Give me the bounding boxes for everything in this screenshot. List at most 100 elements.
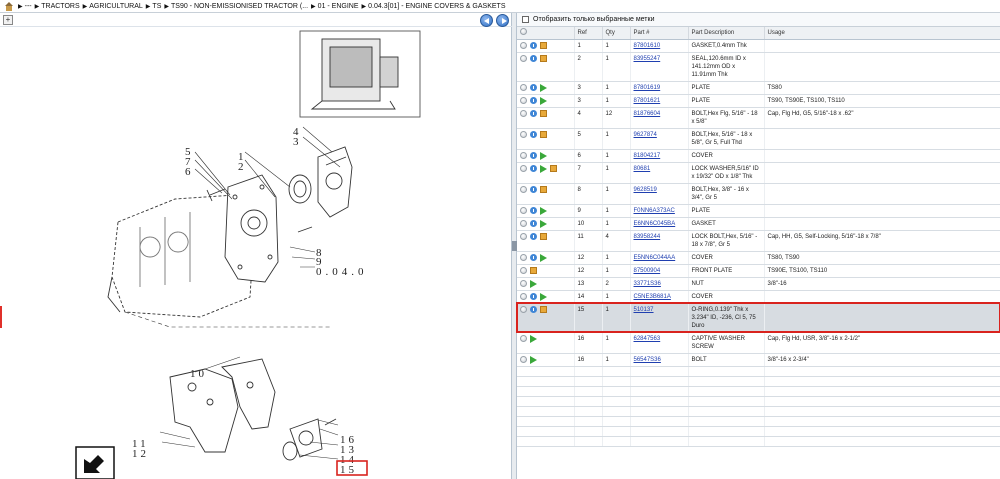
breadcrumb-item[interactable]: 0.04.3[01] - ENGINE COVERS & GASKETS	[368, 3, 505, 10]
part-number-link[interactable]: 9628519	[634, 187, 657, 193]
table-row[interactable]: 16 1 62847563 CAPTIVE WASHER SCREW Cap, Flg …	[517, 332, 1000, 354]
part-number-link[interactable]: 83958244	[634, 234, 661, 240]
callout-2[interactable]: 2	[238, 161, 244, 173]
info-icon[interactable]	[530, 207, 537, 214]
part-number-link[interactable]: E6NN6C045BA	[634, 221, 676, 227]
settings-gear-icon[interactable]	[520, 28, 527, 36]
select-circle-icon[interactable]	[520, 306, 527, 313]
info-icon[interactable]	[530, 233, 537, 240]
previous-page-button[interactable]	[480, 14, 493, 27]
select-circle-icon[interactable]	[520, 267, 527, 274]
green-arrow-icon[interactable]	[540, 83, 547, 92]
select-circle-icon[interactable]	[520, 97, 527, 104]
info-icon[interactable]	[530, 84, 537, 91]
breadcrumb-item[interactable]: 01 - ENGINE	[318, 3, 359, 10]
select-circle-icon[interactable]	[520, 84, 527, 91]
info-icon[interactable]	[530, 254, 537, 261]
table-row[interactable]: 6 1 81804217 COVER	[517, 149, 1000, 163]
select-circle-icon[interactable]	[520, 220, 527, 227]
select-circle-icon[interactable]	[520, 293, 527, 300]
green-arrow-icon[interactable]	[540, 151, 547, 160]
table-row[interactable]: 15 1 510137 O-RING,0.139" Thk x 3.234" ID, …	[516, 302, 1000, 333]
select-circle-icon[interactable]	[520, 42, 527, 49]
info-icon[interactable]	[530, 42, 537, 49]
table-row[interactable]: 1 1 87801610 GASKET,0.4mm Thk	[517, 39, 1000, 53]
header-usage[interactable]: Usage	[764, 27, 1000, 40]
package-icon[interactable]	[550, 165, 557, 172]
select-circle-icon[interactable]	[520, 233, 527, 240]
table-row[interactable]: 2 1 83955247 SEAL,120.6mm ID x 141.12mm OD …	[517, 52, 1000, 82]
callout-6[interactable]: 6	[185, 166, 191, 178]
select-circle-icon[interactable]	[520, 335, 527, 342]
home-icon[interactable]	[4, 1, 14, 11]
part-number-link[interactable]: 81876604	[634, 111, 661, 117]
green-arrow-icon[interactable]	[530, 355, 537, 364]
zoom-in-button[interactable]: +	[3, 15, 13, 25]
breadcrumb-item[interactable]: ---	[25, 3, 32, 10]
table-row[interactable]: 3 1 87801621 PLATE TS90, TS90E, TS100, TS110	[517, 94, 1000, 108]
select-circle-icon[interactable]	[520, 280, 527, 287]
select-circle-icon[interactable]	[520, 165, 527, 172]
select-circle-icon[interactable]	[520, 55, 527, 62]
green-arrow-icon[interactable]	[540, 253, 547, 262]
part-number-link[interactable]: 510137	[634, 307, 654, 313]
info-icon[interactable]	[530, 165, 537, 172]
header-ref[interactable]: Ref	[574, 27, 603, 40]
part-number-link[interactable]: 33771S36	[634, 281, 661, 287]
table-row[interactable]: 3 1 87801619 PLATE TS80	[517, 81, 1000, 95]
part-number-link[interactable]: E5NN6C044AA	[634, 255, 676, 261]
green-arrow-icon[interactable]	[540, 206, 547, 215]
package-icon[interactable]	[540, 306, 547, 313]
header-part-number[interactable]: Part #	[630, 27, 689, 40]
green-arrow-icon[interactable]	[540, 96, 547, 105]
package-icon[interactable]	[540, 110, 547, 117]
select-circle-icon[interactable]	[520, 110, 527, 117]
info-icon[interactable]	[530, 110, 537, 117]
package-icon[interactable]	[540, 131, 547, 138]
table-row[interactable]: 5 1 9627874 BOLT,Hex, 5/16" - 18 x 5/8", Gr…	[517, 128, 1000, 150]
header-qty[interactable]: Qty	[602, 27, 631, 40]
header-settings[interactable]	[517, 27, 575, 40]
breadcrumb-item[interactable]: TS90 - NON-EMISSIONISED TRACTOR (...	[171, 3, 308, 10]
select-circle-icon[interactable]	[520, 254, 527, 261]
part-number-link[interactable]: 9627874	[634, 132, 657, 138]
select-circle-icon[interactable]	[520, 152, 527, 159]
table-row[interactable]: 16 1 56547S36 BOLT 3/8"-16 x 2-3/4"	[517, 353, 1000, 367]
part-number-link[interactable]: 87801610	[634, 43, 661, 49]
select-circle-icon[interactable]	[520, 186, 527, 193]
info-icon[interactable]	[530, 131, 537, 138]
part-number-link[interactable]: F0NN6A373AC	[634, 208, 675, 214]
header-part-description[interactable]: Part Description	[688, 27, 765, 40]
package-icon[interactable]	[540, 55, 547, 62]
table-row[interactable]: 12 1 E5NN6C044AA COVER TS80, TS90	[517, 251, 1000, 265]
next-view-arrow-icon[interactable]	[75, 446, 115, 479]
green-arrow-icon[interactable]	[540, 219, 547, 228]
breadcrumb-item[interactable]: TRACTORS	[41, 3, 79, 10]
package-icon[interactable]	[540, 186, 547, 193]
table-row[interactable]: 9 1 F0NN6A373AC PLATE	[517, 204, 1000, 218]
callout-12[interactable]: 12	[132, 448, 149, 460]
info-icon[interactable]	[530, 152, 537, 159]
table-row[interactable]: 8 1 9628519 BOLT,Hex, 3/8" - 16 x 3/4", Gr …	[517, 183, 1000, 205]
breadcrumb-item[interactable]: TS	[152, 3, 161, 10]
info-icon[interactable]	[530, 186, 537, 193]
select-circle-icon[interactable]	[520, 356, 527, 363]
table-row[interactable]: 12 1 87500904 FRONT PLATE TS90E, TS100, TS11…	[517, 264, 1000, 278]
table-row[interactable]: 7 1 80681 LOCK WASHER,5/16" ID x 19/32" OD …	[517, 162, 1000, 184]
select-circle-icon[interactable]	[520, 207, 527, 214]
part-number-link[interactable]: 81804217	[634, 153, 661, 159]
table-row[interactable]: 4 12 81876604 BOLT,Hex Flg, 5/16" - 18 x 5/…	[517, 107, 1000, 129]
table-row[interactable]: 13 2 33771S36 NUT 3/8"-16	[517, 277, 1000, 291]
breadcrumb-item[interactable]: AGRICULTURAL	[89, 3, 143, 10]
part-number-link[interactable]: 62847563	[634, 336, 661, 342]
table-row[interactable]: 14 1 C5NE3B681A COVER	[517, 290, 1000, 304]
table-row[interactable]: 11 4 83958244 LOCK BOLT,Hex, 5/16" - 18 x 7…	[517, 230, 1000, 252]
info-icon[interactable]	[530, 97, 537, 104]
package-icon[interactable]	[540, 233, 547, 240]
green-arrow-icon[interactable]	[540, 292, 547, 301]
show-selected-only-checkbox[interactable]	[522, 16, 529, 23]
info-icon[interactable]	[530, 55, 537, 62]
table-row[interactable]: 10 1 E6NN6C045BA GASKET	[517, 217, 1000, 231]
part-number-link[interactable]: 56547S36	[634, 357, 661, 363]
info-icon[interactable]	[530, 293, 537, 300]
